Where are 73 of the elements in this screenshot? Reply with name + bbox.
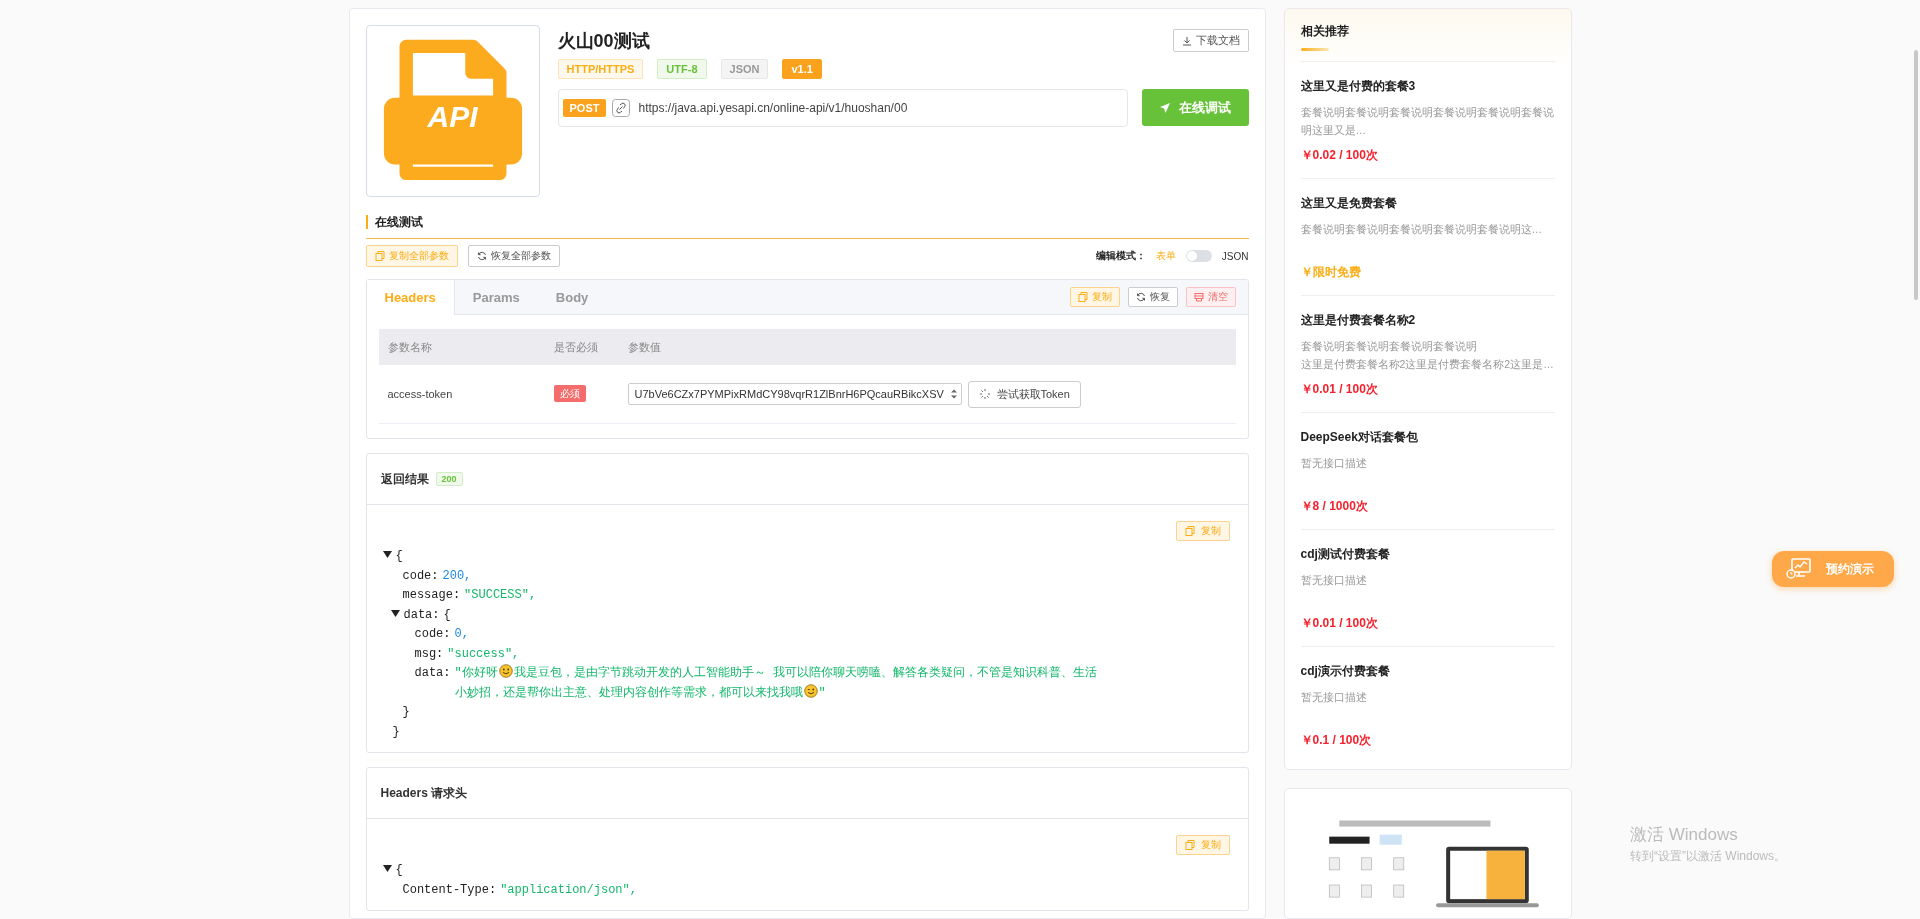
code-value: "success",	[447, 645, 520, 663]
package-name: 这里是付费套餐名称2	[1300, 312, 1417, 329]
package-price: ￥0.01 / 100次	[1300, 615, 1379, 632]
mode-label: 编辑模式：	[1095, 249, 1146, 263]
api-title: 火山00测试	[557, 30, 650, 53]
package-price: ￥0.1 / 100次	[1300, 732, 1373, 749]
sidebar-title: 相关推荐	[1300, 23, 1350, 40]
column-header: 参数名称	[386, 339, 433, 355]
section-heading: 在线测试	[365, 215, 1249, 229]
package-item[interactable]: DeepSeek对话套餐包 暂无接口描述 ￥8 / 1000次	[1300, 413, 1555, 530]
package-description: 这里是付费套餐名称2这里是付费套餐名称2这里是…	[1300, 357, 1555, 372]
code-key: data:	[414, 664, 451, 684]
package-name: cdj演示付费套餐	[1300, 663, 1391, 680]
package-name: cdj测试付费套餐	[1300, 546, 1391, 563]
code-key: message:	[402, 586, 461, 606]
column-header: 是否必须	[552, 339, 599, 355]
package-item[interactable]: 这里又是免费套餐 套餐说明套餐说明套餐说明套餐说明套餐说明这… ￥限时免费	[1300, 179, 1555, 296]
code-brace: {	[443, 606, 451, 624]
string-value: 我是豆包，是由字节跳动开发的人工智能助手～ 我可以陪你聊天唠嗑、解答各类疑问，不管是知识科普、生活	[513, 665, 1097, 682]
tag: UTF-8	[657, 59, 707, 79]
mode-option[interactable]: JSON	[1221, 250, 1249, 262]
status-badge: 200	[435, 472, 463, 486]
activation-title: 激活 Windows	[1630, 824, 1739, 846]
required-badge: 必须	[553, 385, 586, 402]
method-badge: POST	[562, 99, 607, 117]
action-button[interactable]: 恢复	[1127, 287, 1178, 307]
code-brace: {	[395, 548, 403, 565]
value-field[interactable]: U7bVe6CZx7PYMPixRMdCY98vqrR1ZlBnrH6PQcauRBikcXSV	[627, 383, 962, 405]
package-name: 这里又是付费的套餐3	[1300, 78, 1417, 95]
logo-text: API	[426, 100, 479, 134]
code-brace: {	[395, 862, 403, 879]
restore-all-button[interactable]: 恢复全部参数	[467, 245, 560, 267]
package-price: ￥0.01 / 100次	[1300, 381, 1379, 398]
code-value: 0,	[454, 626, 469, 643]
package-description: 暂无接口描述	[1300, 573, 1368, 588]
package-price: ￥8 / 1000次	[1300, 498, 1369, 515]
package-description: 暂无接口描述	[1300, 456, 1368, 471]
package-description: 暂无接口描述	[1300, 690, 1368, 705]
url-text: https://java.api.yesapi.cn/online-api/v1/huoshan/00	[638, 101, 908, 115]
package-price: ￥限时免费	[1300, 264, 1362, 281]
string-value: "	[818, 684, 826, 702]
code-brace: }	[392, 723, 400, 741]
url-field[interactable]: POST https://java.api.yesapi.cn/online-api/v1/huoshan/00	[557, 89, 1128, 127]
package-description: 套餐说明套餐说明套餐说明套餐说明	[1300, 339, 1478, 354]
code-value: "SUCCESS",	[464, 587, 537, 604]
download-button[interactable]: 下载文档	[1172, 29, 1249, 52]
code-value: "application/json",	[500, 881, 637, 899]
package-item[interactable]: cdj测试付费套餐 暂无接口描述 ￥0.01 / 100次	[1300, 530, 1555, 647]
package-item[interactable]: 这里又是付费的套餐3 套餐说明套餐说明套餐说明套餐说明套餐说明套餐说明这里又是… ￥0.02 / 100次	[1300, 62, 1555, 179]
headers-title: Headers 请求头	[380, 784, 468, 802]
code-key: Content-Type:	[402, 880, 497, 900]
column-header: 参数值	[626, 339, 662, 355]
package-name: DeepSeek对话套餐包	[1300, 429, 1419, 446]
string-value: "你好呀	[454, 665, 498, 682]
code-value: 200,	[442, 567, 472, 585]
package-name: 这里又是免费套餐	[1300, 195, 1398, 212]
param-name: access-token	[386, 388, 454, 400]
package-description: 套餐说明套餐说明套餐说明套餐说明套餐说明这…	[1300, 222, 1543, 237]
code-key: data:	[403, 605, 440, 625]
string-value: 小妙招，还是帮你出主意、处理内容创作等需求，都可以来找我哦	[454, 684, 803, 702]
tag: v1.1	[782, 59, 822, 79]
result-title: 返回结果	[380, 470, 429, 488]
package-price: ￥0.02 / 100次	[1300, 147, 1379, 164]
tag: HTTP/HTTPS	[557, 59, 644, 79]
code-brace: }	[402, 704, 410, 721]
package-item[interactable]: 这里是付费套餐名称2 套餐说明套餐说明套餐说明套餐说明 这里是付费套餐名称2这里是付费套餐名称2这里是… ￥0.01 / 100次	[1300, 296, 1555, 413]
code-key: code:	[414, 625, 451, 645]
code-key: code:	[402, 566, 439, 586]
token-button[interactable]: 尝试获取Token	[967, 380, 1081, 408]
tag: JSON	[720, 59, 769, 79]
package-item[interactable]: cdj演示付费套餐 暂无接口描述 ￥0.1 / 100次	[1300, 647, 1555, 763]
package-description: 套餐说明套餐说明套餐说明套餐说明套餐说明套餐说明这里又是…	[1300, 105, 1555, 138]
code-key: msg:	[414, 644, 444, 664]
